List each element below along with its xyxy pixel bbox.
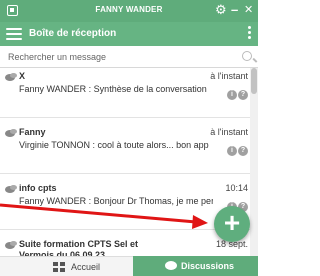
conversation-item[interactable]: info cpts 10:14 Fanny WANDER : Bonjour D… [0,180,250,230]
tab-discussions[interactable]: Discussions [133,256,258,276]
conversation-name: Fanny [19,127,46,137]
minimize-button[interactable]: – [231,2,238,18]
help-icon[interactable]: ? [238,90,248,100]
conversation-preview: Virginie TONNON : cool à toute alors... … [19,140,209,150]
search-icon[interactable] [242,51,252,61]
conversation-item[interactable]: Fanny à l'instant Virginie TONNON : cool… [0,124,250,174]
grid-icon [53,262,65,272]
conversation-name: info cpts [19,183,57,193]
conversation-preview: Fanny WANDER : Bonjour Dr Thomas, je me … [19,196,213,206]
scrollbar[interactable] [250,68,258,256]
conversation-name: X [19,71,26,81]
inbox-header: Boîte de réception [0,22,258,46]
search-input[interactable] [0,49,258,65]
chat-bubble-icon [5,73,17,81]
chat-bubble-icon [5,129,17,137]
conversation-time: à l'instant [210,127,248,137]
new-message-button[interactable]: + [214,206,250,242]
scrollbar-thumb[interactable] [251,68,257,94]
help-icon[interactable]: ? [238,146,248,156]
tab-home-label: Accueil [71,262,101,272]
chat-bubble-icon [165,261,177,270]
info-icon[interactable]: i [227,146,237,156]
tab-discussions-label: Discussions [181,261,235,271]
close-button[interactable]: ✕ [244,2,253,18]
conversation-name: Suite formation CPTS Sel et Vermois du 0… [19,239,139,256]
conversation-item[interactable]: Suite formation CPTS Sel et Vermois du 0… [0,236,250,256]
search-bar [0,46,258,68]
conversation-list: X à l'instant Fanny WANDER : Synthèse de… [0,68,250,256]
page-title: Boîte de réception [29,28,117,39]
conversation-item[interactable]: X à l'instant Fanny WANDER : Synthèse de… [0,68,250,118]
info-icon[interactable]: i [227,90,237,100]
conversation-time: à l'instant [210,71,248,81]
more-options-icon[interactable] [248,26,252,42]
tab-home[interactable]: Accueil [0,256,133,276]
bottom-navigation: Accueil Discussions [0,256,258,276]
conversation-preview: Fanny WANDER : Synthèse de la conversati… [19,84,207,94]
gear-icon[interactable]: ⚙ [215,2,227,18]
chat-bubble-icon [5,185,17,193]
chat-bubble-icon [5,241,17,249]
window-titlebar: FANNY WANDER ⚙ – ✕ [0,0,258,22]
conversation-time: 10:14 [225,183,248,193]
hamburger-menu-icon[interactable] [6,28,22,40]
